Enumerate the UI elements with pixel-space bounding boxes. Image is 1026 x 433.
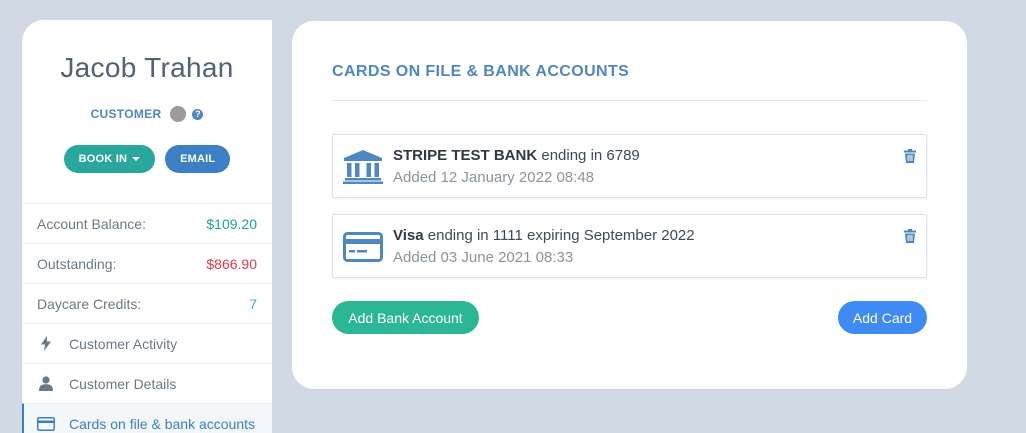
stat-label: Outstanding:: [37, 255, 117, 272]
stat-outstanding: Outstanding: $866.90: [22, 243, 272, 283]
account-stats: Account Balance: $109.20 Outstanding: $8…: [22, 203, 272, 433]
status-indicator-icon: [170, 106, 187, 122]
payment-method-added: Added 12 January 2022 08:48: [393, 169, 594, 186]
delete-icon[interactable]: [904, 149, 916, 163]
email-label: EMAIL: [180, 153, 216, 165]
book-in-button[interactable]: BOOK IN: [63, 145, 156, 173]
bank-name: STRIPE TEST BANK: [393, 147, 538, 164]
payment-method-title: STRIPE TEST BANK ending in 6789: [393, 147, 640, 164]
nav-item-label: Cards on file & bank accounts: [69, 415, 255, 432]
bolt-icon: [37, 336, 55, 351]
delete-icon[interactable]: [904, 229, 916, 243]
card-brand: Visa: [393, 227, 424, 244]
payment-method-bank: STRIPE TEST BANK ending in 6789 Added 12…: [332, 134, 927, 198]
nav-item-label: Customer Activity: [69, 335, 178, 352]
credit-card-icon: [343, 230, 383, 264]
bank-icon: [343, 150, 383, 184]
payment-method-title: Visa ending in 1111 expiring September 2…: [393, 227, 695, 244]
stat-value: $866.90: [206, 255, 257, 272]
role-row: CUSTOMER ?: [22, 106, 272, 122]
nav-item-cards-bank-accounts[interactable]: Cards on file & bank accounts: [22, 403, 272, 433]
add-card-button[interactable]: Add Card: [838, 301, 927, 334]
divider: [332, 100, 927, 101]
customer-actions: BOOK IN EMAIL: [22, 145, 272, 173]
payment-methods-panel: CARDS ON FILE & BANK ACCOUNTS STRIPE TES…: [292, 21, 967, 389]
caret-down-icon: [132, 157, 141, 161]
add-bank-account-button[interactable]: Add Bank Account: [332, 301, 479, 334]
email-button[interactable]: EMAIL: [165, 145, 231, 173]
help-icon[interactable]: ?: [192, 108, 204, 120]
stat-value: $109.20: [206, 215, 257, 232]
bank-detail: ending in 6789: [537, 147, 640, 164]
stat-value: 7: [249, 295, 257, 312]
stat-account-balance: Account Balance: $109.20: [22, 203, 272, 243]
nav-item-label: Customer Details: [69, 375, 177, 392]
stat-label: Daycare Credits:: [37, 295, 142, 312]
section-title: CARDS ON FILE & BANK ACCOUNTS: [332, 63, 630, 80]
nav-item-customer-details[interactable]: Customer Details: [22, 363, 272, 403]
credit-card-icon: [37, 416, 55, 431]
card-detail: ending in 1111 expiring September 2022: [423, 227, 695, 244]
user-icon: [37, 376, 55, 391]
nav-item-customer-activity[interactable]: Customer Activity: [22, 323, 272, 363]
stat-label: Account Balance:: [37, 215, 146, 232]
payment-method-card: Visa ending in 1111 expiring September 2…: [332, 214, 927, 278]
stat-daycare-credits: Daycare Credits: 7: [22, 283, 272, 323]
customer-name: Jacob Trahan: [60, 52, 234, 83]
customer-role-label: CUSTOMER: [90, 107, 162, 121]
payment-method-added: Added 03 June 2021 08:33: [393, 249, 574, 266]
customer-sidebar: Jacob Trahan CUSTOMER ? BOOK IN EMAIL Ac…: [22, 20, 272, 433]
book-in-label: BOOK IN: [78, 153, 128, 165]
